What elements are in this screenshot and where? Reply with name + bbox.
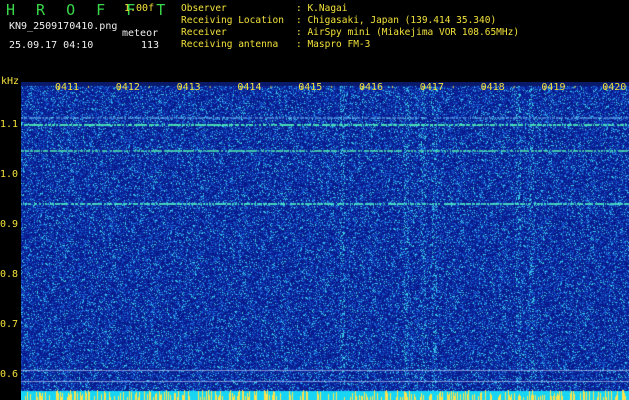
time-tick-label: 0417 xyxy=(419,82,444,93)
antenna-value: : Maspro FM-3 xyxy=(296,39,371,50)
time-tick-label: 0420 xyxy=(602,82,627,93)
antenna-label: Receiving antenna xyxy=(181,39,279,50)
time-tick-label: 0413 xyxy=(176,82,201,93)
receiver-value: : AirSpy mini (Miakejima VOR 108.65MHz) xyxy=(296,27,520,38)
time-tick-label: 0411 xyxy=(55,82,80,93)
frequency-tick-label: 0.9 xyxy=(0,219,19,230)
mode-label: meteor xyxy=(122,28,159,39)
count-label: 113 xyxy=(141,40,160,51)
time-tick-label: 0416 xyxy=(359,82,384,93)
datetime-label: 25.09.17 04:10 xyxy=(9,40,94,51)
time-tick-label: 0414 xyxy=(237,82,262,93)
location-value: : Chigasaki, Japan (139.414 35.340) xyxy=(296,15,497,26)
version-label: 1.00f xyxy=(124,3,155,14)
frequency-unit-label: kHz xyxy=(1,76,20,87)
hrofft-window: H R O F F T 1.00f KN9_2509170410.png met… xyxy=(0,0,629,400)
time-tick-label: 0418 xyxy=(480,82,505,93)
frequency-tick-label: 1.1 xyxy=(0,119,19,130)
waterfall-spectrogram xyxy=(21,82,629,400)
receiver-label: Receiver xyxy=(181,27,227,38)
frequency-tick-label: 0.7 xyxy=(0,319,19,330)
frequency-tick-label: 0.6 xyxy=(0,369,19,380)
time-tick-label: 0412 xyxy=(115,82,140,93)
observer-value: : K.Nagai xyxy=(296,3,348,14)
time-tick-label: 0415 xyxy=(298,82,323,93)
frequency-tick-label: 1.0 xyxy=(0,169,19,180)
location-label: Receiving Location xyxy=(181,15,284,26)
observer-label: Observer xyxy=(181,3,227,14)
filename-label: KN9_2509170410.png xyxy=(9,21,118,32)
frequency-tick-label: 0.8 xyxy=(0,269,19,280)
time-tick-label: 0419 xyxy=(541,82,566,93)
